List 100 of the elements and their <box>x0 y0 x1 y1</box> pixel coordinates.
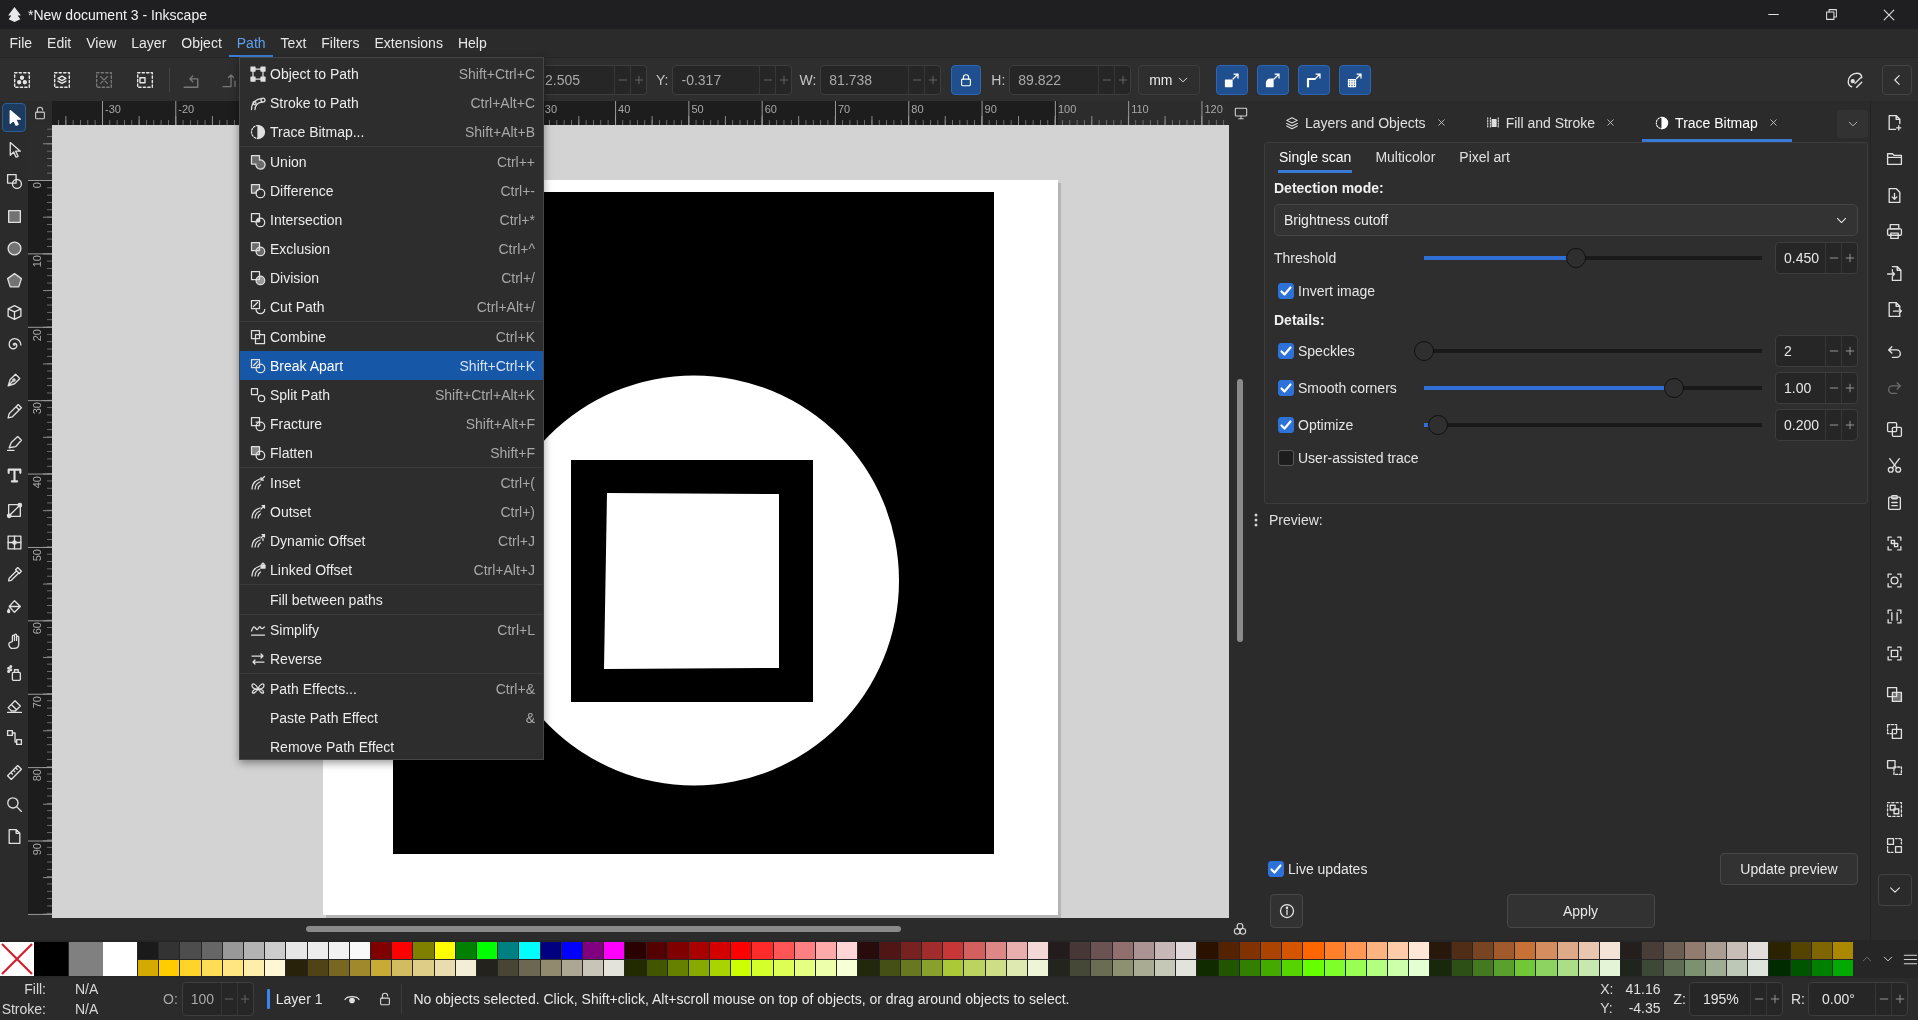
color-swatch[interactable] <box>540 942 561 959</box>
checkbox-label[interactable]: Live updates <box>1288 861 1368 877</box>
menu-item[interactable]: Paste Path Effect & <box>240 703 543 732</box>
color-swatch[interactable] <box>1409 942 1430 959</box>
color-swatch[interactable] <box>1366 942 1388 959</box>
plus-icon[interactable] <box>1843 381 1856 394</box>
color-swatch[interactable] <box>1239 959 1260 976</box>
folder-icon[interactable] <box>1886 150 1903 168</box>
plus-icon[interactable] <box>1843 252 1856 264</box>
color-swatch[interactable] <box>349 959 371 976</box>
mode-tab[interactable]: Single scan <box>1278 143 1353 173</box>
color-swatch[interactable] <box>1811 959 1832 976</box>
color-swatch[interactable] <box>943 959 964 976</box>
grip-icon[interactable] <box>1254 513 1258 527</box>
restore-icon[interactable] <box>1824 8 1838 21</box>
color-swatch[interactable] <box>1133 959 1154 976</box>
color-swatch[interactable] <box>1790 959 1811 976</box>
color-swatch[interactable] <box>985 959 1006 976</box>
menu-item[interactable]: Fill between paths <box>240 585 543 614</box>
color-swatch[interactable] <box>265 959 286 976</box>
color-swatch[interactable] <box>371 959 392 976</box>
color-swatch[interactable] <box>1430 942 1451 959</box>
color-swatch[interactable] <box>1409 959 1430 976</box>
checkbox-label[interactable]: Speckles <box>1298 343 1355 359</box>
color-swatch[interactable] <box>773 959 794 976</box>
color-swatch[interactable] <box>964 959 985 976</box>
spin-field[interactable]: 0.450 <box>1775 242 1858 274</box>
color-swatch[interactable] <box>498 959 519 976</box>
color-swatch[interactable] <box>1833 942 1854 959</box>
color-swatch[interactable] <box>1727 942 1748 959</box>
plus-icon[interactable] <box>1843 418 1856 431</box>
select-all-icon[interactable] <box>13 70 31 89</box>
zoom-drawing-icon[interactable] <box>1886 571 1903 589</box>
color-swatch[interactable] <box>1451 942 1472 959</box>
color-swatch[interactable] <box>879 942 900 959</box>
color-swatch[interactable] <box>201 942 222 959</box>
menu-item[interactable]: Simplify Ctrl+L <box>240 615 543 644</box>
no-paint-swatch[interactable] <box>0 942 34 976</box>
copy-icon[interactable] <box>1886 420 1903 438</box>
color-swatch[interactable] <box>413 942 434 959</box>
mode-tab[interactable]: Multicolor <box>1374 143 1437 173</box>
color-swatch[interactable] <box>964 942 985 959</box>
color-swatch[interactable] <box>243 959 265 976</box>
color-swatch[interactable] <box>582 942 604 959</box>
mode-tab[interactable]: Pixel art <box>1458 143 1511 173</box>
color-swatch[interactable] <box>519 942 540 959</box>
zoom-page-icon[interactable] <box>1886 644 1903 662</box>
plus-icon[interactable] <box>1843 345 1856 357</box>
three-circles-icon[interactable] <box>1233 922 1247 936</box>
color-swatch[interactable] <box>1769 959 1790 976</box>
color-swatch[interactable] <box>1621 959 1642 976</box>
color-swatch[interactable] <box>1197 959 1218 976</box>
color-swatch[interactable] <box>371 942 392 959</box>
color-swatch[interactable] <box>943 942 964 959</box>
color-swatch[interactable] <box>392 959 413 976</box>
color-swatch[interactable] <box>561 959 582 976</box>
menu-item[interactable]: Trace Bitmap... Shift+Alt+B <box>240 117 543 146</box>
color-swatch[interactable] <box>1282 942 1303 959</box>
color-swatch[interactable] <box>985 942 1006 959</box>
color-swatch[interactable] <box>180 942 201 959</box>
color-swatch[interactable] <box>222 959 243 976</box>
menu-item[interactable]: Outset Ctrl+) <box>240 497 543 526</box>
color-swatch[interactable] <box>138 959 159 976</box>
lock-toggle-button[interactable] <box>951 64 982 95</box>
color-swatch[interactable] <box>1366 959 1388 976</box>
color-swatch[interactable] <box>1133 942 1154 959</box>
snap-icon[interactable] <box>1846 70 1864 89</box>
color-swatch[interactable] <box>900 942 921 959</box>
unlink-clone-icon[interactable] <box>1886 759 1903 777</box>
color-swatch[interactable] <box>1260 959 1282 976</box>
color-swatch[interactable] <box>1070 942 1091 959</box>
color-swatch[interactable] <box>201 959 222 976</box>
slider-thumb[interactable] <box>1566 248 1587 268</box>
toggle-button[interactable] <box>1257 64 1290 95</box>
apply-button[interactable]: Apply <box>1506 894 1655 928</box>
export-icon[interactable] <box>1886 301 1903 319</box>
color-swatch[interactable] <box>434 942 455 959</box>
color-swatch[interactable] <box>1663 959 1684 976</box>
color-swatch[interactable] <box>752 959 773 976</box>
checkbox[interactable] <box>1278 283 1294 299</box>
menu-item[interactable]: Dynamic Offset Ctrl+J <box>240 526 543 555</box>
color-swatch[interactable] <box>1642 942 1663 959</box>
color-swatch[interactable] <box>1176 942 1197 959</box>
menu-bar-item[interactable]: Edit <box>39 29 79 57</box>
color-swatch[interactable] <box>667 942 688 959</box>
spin-field[interactable]: 2 <box>1775 335 1858 367</box>
color-swatch[interactable] <box>1091 959 1112 976</box>
menu-bar-item[interactable]: Text <box>273 29 314 57</box>
checkbox-label[interactable]: Invert image <box>1298 283 1376 299</box>
color-swatch[interactable] <box>816 959 837 976</box>
color-swatch[interactable] <box>159 942 180 959</box>
color-swatch[interactable] <box>1070 959 1091 976</box>
color-swatch[interactable] <box>1684 942 1705 959</box>
menu-item[interactable]: Difference Ctrl+- <box>240 176 543 205</box>
color-swatch[interactable] <box>1472 959 1493 976</box>
update-preview-button[interactable]: Update preview <box>1720 853 1858 885</box>
color-swatch[interactable] <box>1472 942 1493 959</box>
color-swatch[interactable] <box>413 959 434 976</box>
color-swatch[interactable] <box>1599 959 1621 976</box>
unlocked-icon[interactable] <box>378 992 393 1006</box>
